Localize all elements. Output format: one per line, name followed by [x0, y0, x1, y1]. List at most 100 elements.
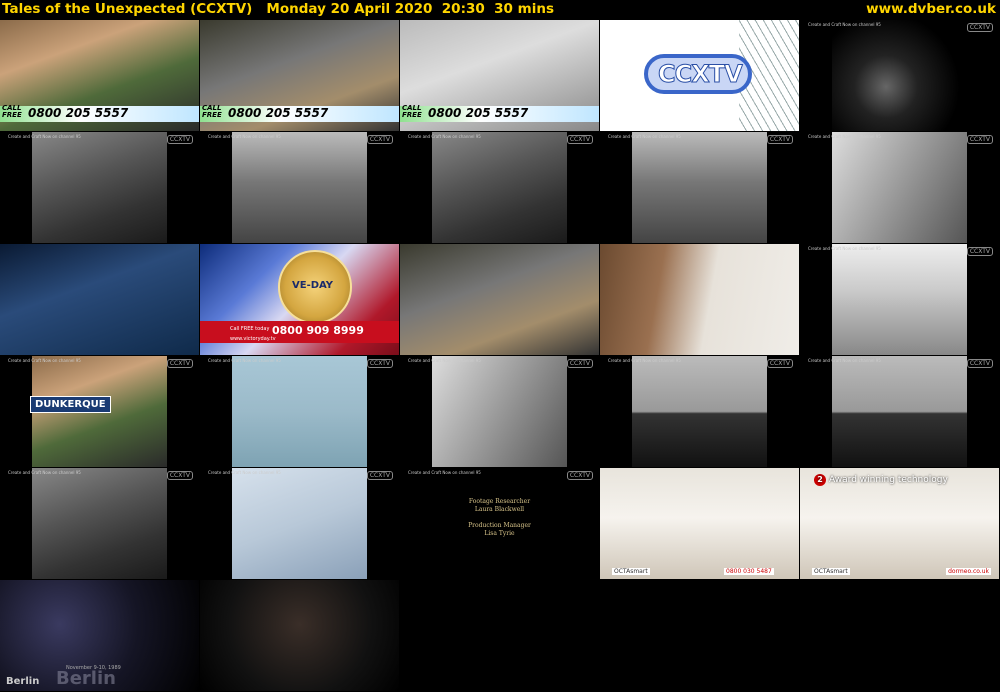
thumbnail[interactable]: OCTAsmart 0800 030 5487	[600, 468, 799, 579]
caption-large: Berlin	[56, 668, 116, 689]
scene-image	[832, 20, 967, 131]
channel-note: Create and Craft Now on channel 95	[8, 134, 81, 139]
thumbnail[interactable]: Create and Craft Now on channel 95 CCXTV…	[400, 468, 599, 579]
scene-image	[0, 244, 199, 355]
watermark: CCXTV	[766, 359, 793, 368]
thumbnail[interactable]: CCXTV	[600, 20, 799, 131]
award-number: 2	[814, 474, 826, 486]
scene-image	[832, 356, 967, 467]
coin-text: VE-DAY	[292, 280, 334, 291]
thumbnail[interactable]: Create and Craft Now on channel 95 CCXTV	[200, 468, 399, 579]
credit-line: Laura Blackwell	[474, 506, 525, 513]
phone-number: 0800 205 5557	[28, 106, 129, 120]
channel-note: Create and Craft Now on channel 95	[208, 358, 281, 363]
channel-note: Create and Craft Now on channel 95	[408, 134, 481, 139]
thumbnail[interactable]: Create and Craft Now on channel 95 CCXTV	[800, 244, 999, 355]
credit-line: Production Manager	[468, 522, 531, 529]
header-bar: Tales of the Unexpected (CCXTV) Monday 2…	[0, 0, 1000, 20]
scene-image	[232, 468, 367, 579]
thumbnail[interactable]: Create and Craft Now on channel 95 CCXTV	[400, 132, 599, 243]
scene-image	[432, 132, 567, 243]
thumbnail[interactable]: Create and Craft Now on channel 95 CCXTV	[600, 132, 799, 243]
channel-logo-card: CCXTV	[600, 20, 799, 131]
thumbnail[interactable]	[600, 244, 799, 355]
thumbnail[interactable]	[200, 580, 399, 691]
watermark: CCXTV	[966, 359, 993, 368]
thumbnail[interactable]: Create and Craft Now on channel 95 CCXTV	[800, 132, 999, 243]
watermark: CCXTV	[966, 247, 993, 256]
thumbnail[interactable]: Create and Craft Now on channel 95 CCXTV	[800, 356, 999, 467]
watermark: CCXTV	[566, 471, 593, 480]
channel-note: Create and Craft Now on channel 95	[408, 358, 481, 363]
thumbnail[interactable]: Create and Craft Now on channel 95 CCXTV	[200, 356, 399, 467]
site-link[interactable]: www.dvber.co.uk	[866, 0, 996, 18]
thumbnail[interactable]	[0, 244, 199, 355]
watermark: CCXTV	[366, 471, 393, 480]
page-title: Tales of the Unexpected (CCXTV) Monday 2…	[2, 1, 554, 17]
scene-image	[32, 468, 167, 579]
octasmart-logo: OCTAsmart	[812, 568, 850, 575]
thumbnail[interactable]: CALL FREE 0800 205 5557	[200, 20, 399, 131]
channel-note: Create and Craft Now on channel 95	[808, 246, 881, 251]
ccxtv-logo: CCXTV	[644, 54, 752, 94]
scene-image	[232, 356, 367, 467]
thumbnail[interactable]: DUNKERQUE Create and Craft Now on channe…	[0, 356, 199, 467]
channel-note: Create and Craft Now on channel 95	[608, 358, 681, 363]
channel-note: Create and Craft Now on channel 95	[808, 22, 881, 27]
logo-text: CCXTV	[658, 60, 744, 89]
mattress-advert	[600, 468, 799, 579]
scene-image	[832, 132, 967, 243]
scene-image	[400, 244, 599, 355]
caption-small: Berlin	[6, 676, 40, 687]
phone-number: 0800 909 8999	[272, 324, 364, 337]
thumbnail[interactable]: VE-DAY Call FREE today 0800 909 8999 www…	[200, 244, 399, 355]
watermark: CCXTV	[966, 135, 993, 144]
thumbnail[interactable]: CALL FREE 0800 205 5557	[0, 20, 199, 131]
watermark: CCXTV	[166, 135, 193, 144]
scene-image	[232, 132, 367, 243]
watermark: CCXTV	[366, 135, 393, 144]
thumbnail[interactable]: CALL FREE 0800 205 5557	[400, 20, 599, 131]
scene-image	[600, 244, 799, 355]
channel-note: Create and Craft Now on channel 95	[808, 358, 881, 363]
scene-image	[432, 356, 567, 467]
channel-note: Create and Craft Now on channel 95	[208, 134, 281, 139]
end-credits: Footage Researcher Laura Blackwell Produ…	[400, 498, 599, 538]
channel-note: Create and Craft Now on channel 95	[808, 134, 881, 139]
phone-number: 0800 205 5557	[428, 106, 529, 120]
watermark: CCXTV	[766, 135, 793, 144]
phone-number: 0800 205 5557	[228, 106, 329, 120]
call-free-label: CALL FREE	[402, 104, 422, 119]
dunkerque-sign: DUNKERQUE	[30, 396, 111, 413]
phone-number: 0800 030 5487	[724, 568, 774, 575]
ve-day-coin: VE-DAY	[278, 250, 352, 324]
watermark: CCXTV	[566, 359, 593, 368]
award-text: Award winning technology	[829, 475, 948, 485]
credit-line: Footage Researcher	[468, 498, 531, 505]
call-free-label: CALL FREE	[202, 104, 222, 119]
thumbnail[interactable]: Create and Craft Now on channel 95 CCXTV	[400, 356, 599, 467]
thumbnail[interactable]: 2 Award winning technology OCTAsmart dorm…	[800, 468, 999, 579]
call-free-label: Call FREE today	[230, 326, 270, 332]
credit-line: Lisa Tyrie	[484, 530, 515, 537]
watermark: CCXTV	[566, 135, 593, 144]
channel-note: Create and Craft Now on channel 95	[608, 134, 681, 139]
thumbnail[interactable]: Create and Craft Now on channel 95 CCXTV	[0, 132, 199, 243]
thumbnail[interactable]: Create and Craft Now on channel 95 CCXTV	[800, 20, 999, 131]
watermark: CCXTV	[966, 23, 993, 32]
channel-note: Create and Craft Now on channel 95	[208, 470, 281, 475]
octasmart-logo: OCTAsmart	[612, 568, 650, 575]
scene-image	[632, 132, 767, 243]
thumbnail[interactable]: Create and Craft Now on channel 95 CCXTV	[200, 132, 399, 243]
advert-url: www.victoryday.tv	[230, 336, 276, 342]
thumbnail[interactable]: Create and Craft Now on channel 95 CCXTV	[600, 356, 799, 467]
thumbnail[interactable]: November 9-10, 1989 Berlin Berlin	[0, 580, 199, 691]
thumbnail[interactable]	[400, 244, 599, 355]
scene-image	[32, 132, 167, 243]
scene-image	[200, 580, 399, 691]
watermark: CCXTV	[166, 359, 193, 368]
thumbnail[interactable]: Create and Craft Now on channel 95 CCXTV	[0, 468, 199, 579]
watermark: CCXTV	[366, 359, 393, 368]
channel-note: Create and Craft Now on channel 95	[8, 470, 81, 475]
watermark: CCXTV	[166, 471, 193, 480]
